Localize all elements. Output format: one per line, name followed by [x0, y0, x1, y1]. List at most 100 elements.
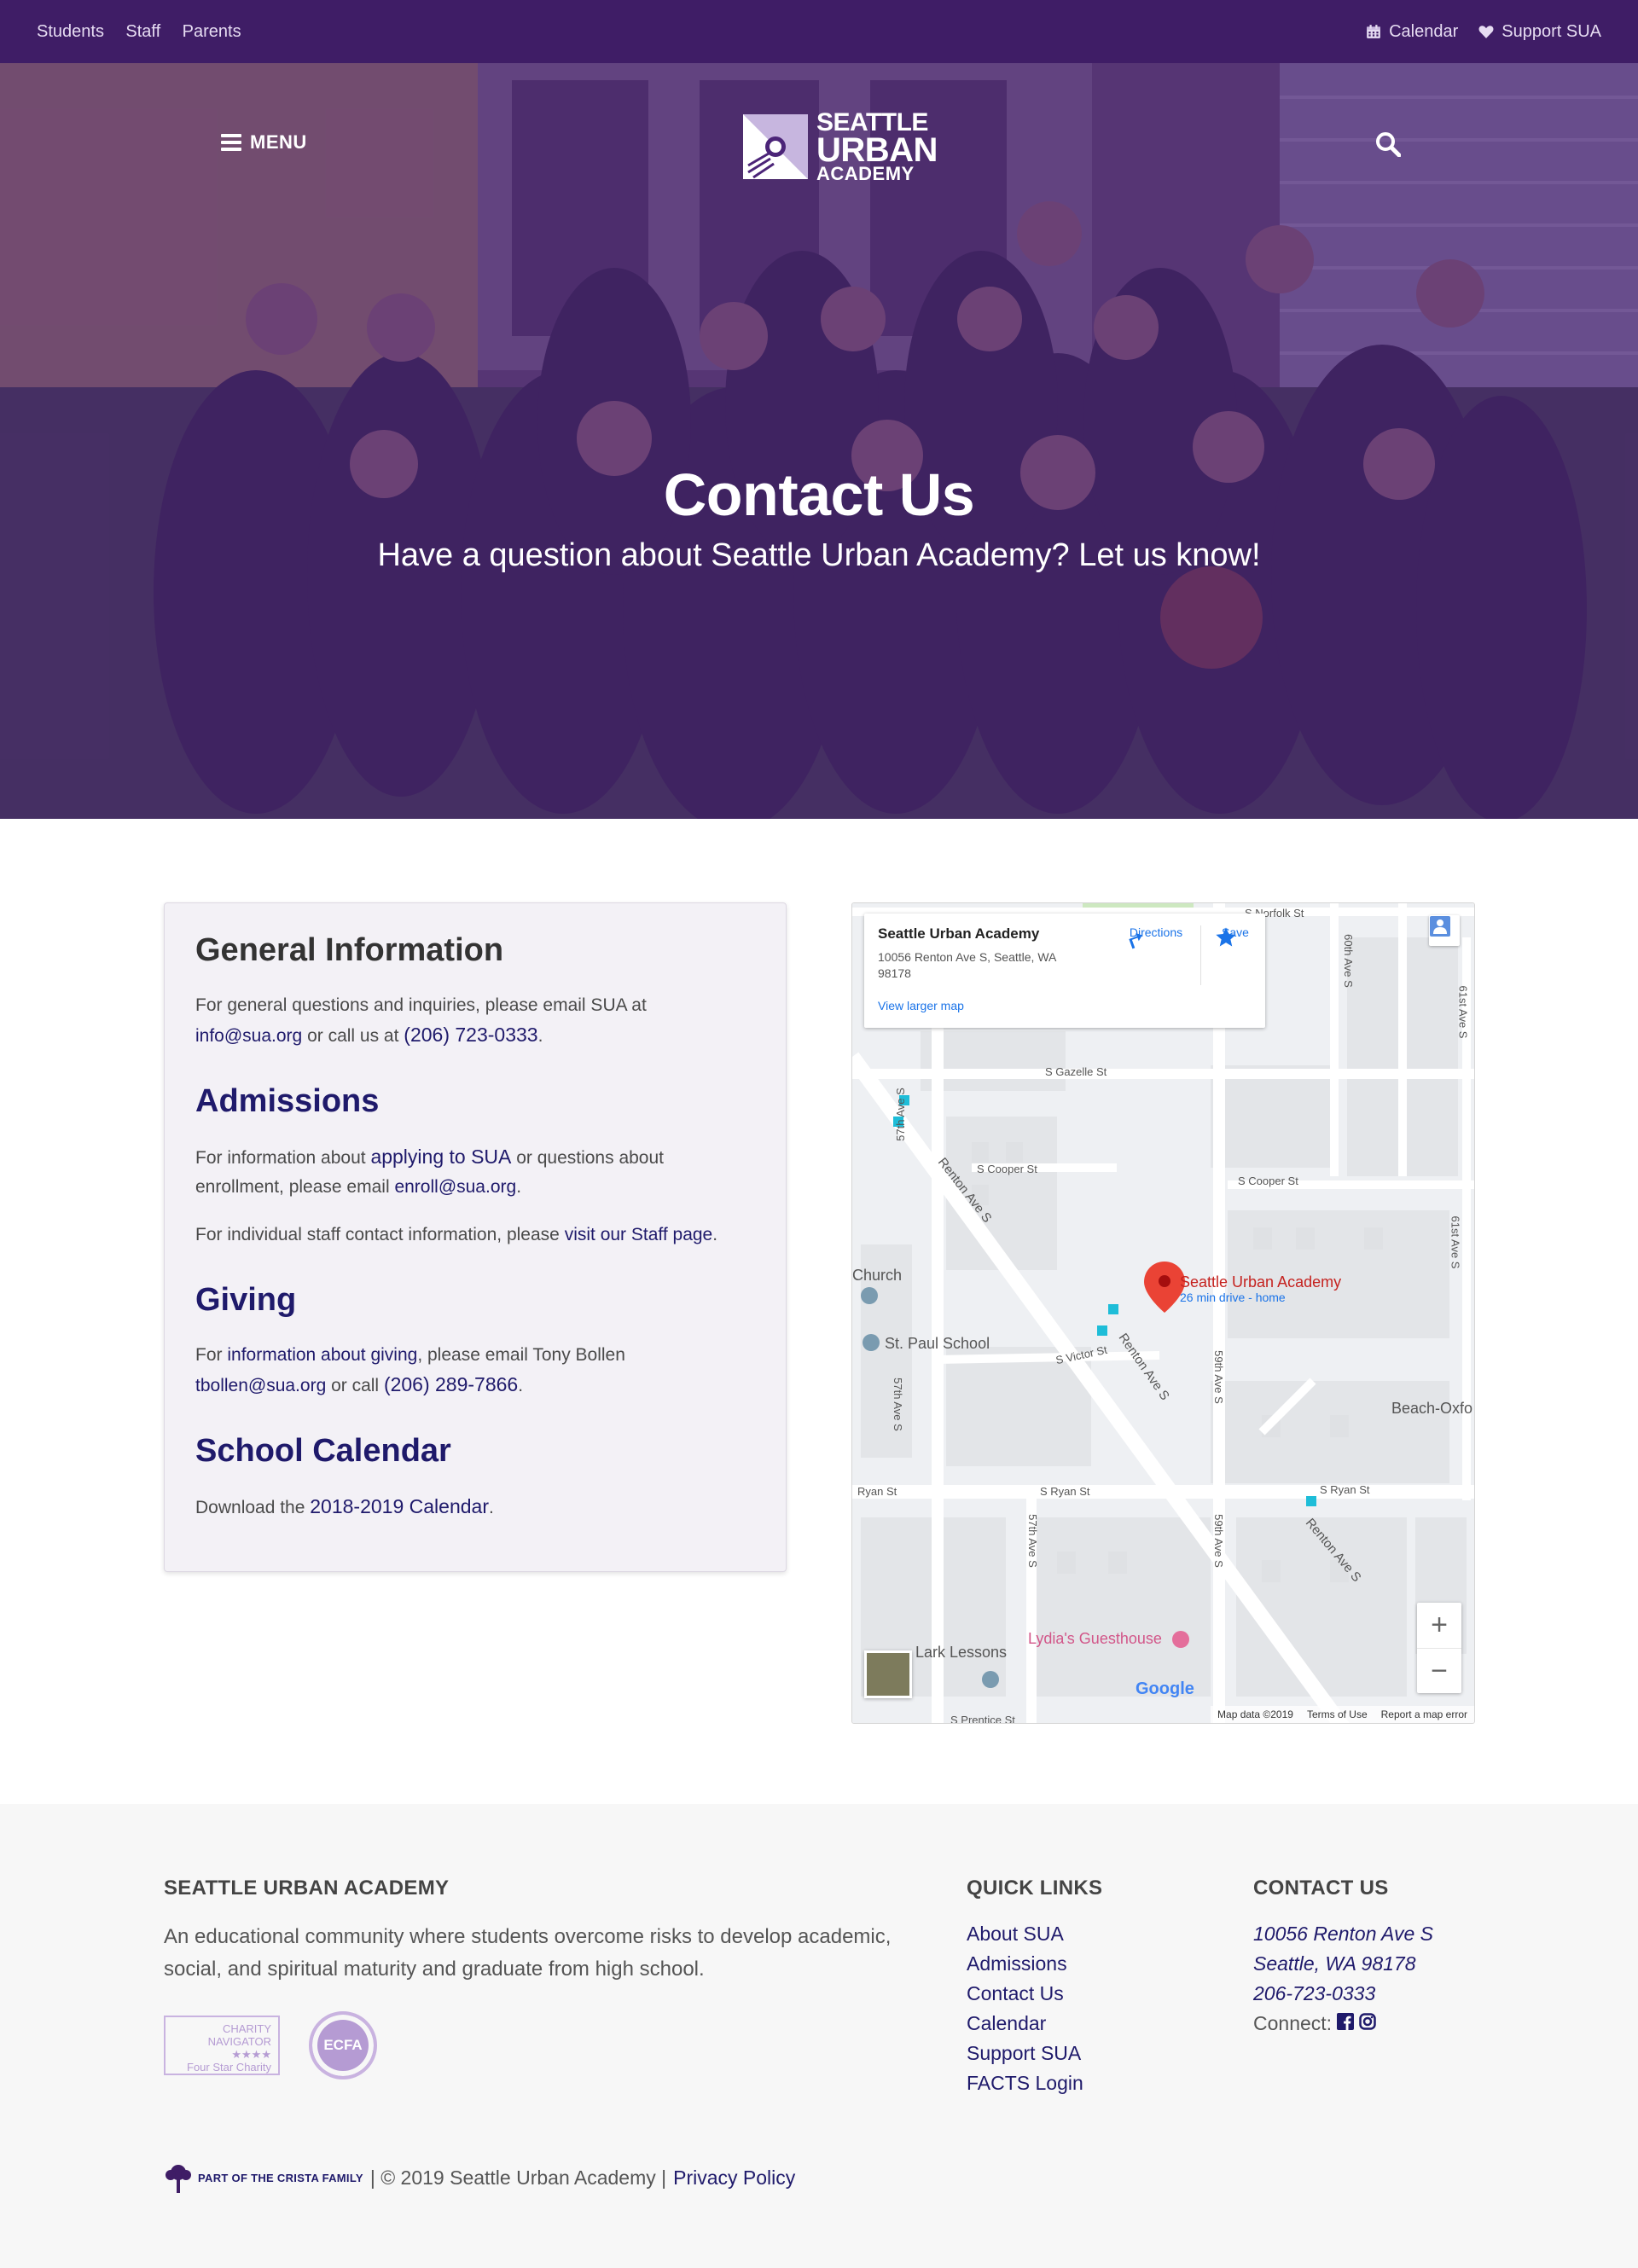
facebook-link[interactable] [1337, 2009, 1355, 2039]
save-button[interactable]: Save [1214, 925, 1257, 947]
street-view-pegman-button[interactable] [1429, 915, 1460, 946]
quick-link-about[interactable]: About SUA [967, 1923, 1064, 1945]
support-link-label: Support SUA [1502, 21, 1601, 41]
map-popup-divider [1200, 925, 1201, 985]
street-label-ryan-a: Ryan St [857, 1485, 897, 1498]
giving-text-2: , please email Tony Bollen [417, 1345, 625, 1365]
menu-button[interactable]: MENU [221, 131, 307, 154]
footer-badges: CHARITY NAVIGATOR ★★★★ Four Star Charity… [164, 2011, 897, 2079]
staff-text-end: . [712, 1225, 718, 1244]
quick-link-item: Contact Us [967, 1979, 1102, 2009]
footer-about-heading: SEATTLE URBAN ACADEMY [164, 1876, 450, 1900]
copyright-text: | © 2019 Seattle Urban Academy | [369, 2166, 667, 2189]
footer-quick-links: QUICK LINKS About SUA Admissions Contact… [967, 1876, 1102, 2098]
footer-contact: CONTACT US 10056 Renton Ave S Seattle, W… [1253, 1876, 1433, 2039]
quick-link-item: Calendar [967, 2009, 1102, 2039]
enroll-email-link[interactable]: enroll@sua.org [394, 1177, 516, 1197]
support-link[interactable]: Support SUA [1478, 22, 1601, 42]
street-label-cooper-a: S Cooper St [977, 1163, 1037, 1175]
page-subtitle: Have a question about Seattle Urban Acad… [377, 537, 1261, 573]
calendar-link[interactable]: Calendar [1366, 22, 1458, 42]
location-map[interactable]: S Norfolk St 60th Ave S 61st Ave S S Gaz… [851, 902, 1475, 1724]
applying-link[interactable]: applying to SUA [370, 1146, 511, 1168]
map-popup-address: 10056 Renton Ave S, Seattle, WA 98178 [878, 950, 1056, 980]
quick-link-item: About SUA [967, 1919, 1102, 1949]
giving-text-1: For [195, 1345, 228, 1365]
ecfa-badge[interactable]: ECFA [309, 2011, 377, 2079]
footer-connect: Connect: [1253, 2009, 1433, 2039]
general-email-link[interactable]: info@sua.org [195, 1026, 302, 1046]
charity-navigator-badge[interactable]: CHARITY NAVIGATOR ★★★★ Four Star Charity [164, 2016, 280, 2075]
staff-page-link[interactable]: visit our Staff page [565, 1225, 713, 1244]
calendar-link-label: Calendar [1389, 21, 1459, 41]
quick-link-facts-login[interactable]: FACTS Login [967, 2072, 1083, 2094]
hero-banner: MENU SEATTLE URBAN ACADEMY Contact Us Ha… [0, 63, 1638, 819]
report-map-error-link[interactable]: Report a map error [1381, 1708, 1467, 1720]
logo-mark-icon [743, 114, 808, 180]
search-button[interactable] [1375, 131, 1402, 161]
utility-link-students[interactable]: Students [37, 22, 104, 41]
crista-family-link[interactable]: PART OF THE CRISTA FAMILY [164, 2162, 363, 2193]
hamburger-icon [221, 134, 241, 151]
view-larger-map-link[interactable]: View larger map [878, 999, 964, 1012]
star-icon [1216, 927, 1236, 947]
quick-link-support[interactable]: Support SUA [967, 2042, 1081, 2064]
map-info-popup: Seattle Urban Academy 10056 Renton Ave S… [864, 914, 1265, 1028]
quick-link-item: Admissions [967, 1949, 1102, 1979]
privacy-policy-link[interactable]: Privacy Policy [673, 2166, 795, 2190]
footer-phone[interactable]: 206-723-0333 [1253, 1979, 1433, 2009]
footer-address-line2[interactable]: Seattle, WA 98178 [1253, 1949, 1433, 1979]
directions-button[interactable]: Directions [1122, 925, 1190, 949]
person-icon [1430, 916, 1450, 937]
map-terms-link[interactable]: Terms of Use [1307, 1708, 1368, 1720]
street-label-59th-a: 59th Ave S [1211, 1350, 1225, 1404]
footer-contact-heading: CONTACT US [1253, 1876, 1389, 1900]
utility-nav-right: Calendar Support SUA [1345, 22, 1601, 42]
calendar-text-end: . [488, 1498, 494, 1517]
general-phone-link[interactable]: (206) 723-0333 [404, 1024, 537, 1046]
giving-text: For information about giving, please ema… [195, 1341, 755, 1401]
general-info-text: For general questions and inquiries, ple… [195, 991, 755, 1051]
street-label-57th-c: 57th Ave S [1025, 1514, 1039, 1568]
footer-address-line1[interactable]: 10056 Renton Ave S [1253, 1919, 1433, 1949]
quick-link-item: Support SUA [967, 2039, 1102, 2068]
utility-bar: Students Staff Parents Calendar Support … [0, 0, 1638, 63]
staff-contact-text: For individual staff contact information… [195, 1221, 755, 1250]
map-pin-label[interactable]: Seattle Urban Academy [1180, 1273, 1341, 1291]
school-calendar-section: School Calendar Download the 2018-2019 C… [195, 1433, 755, 1523]
utility-link-staff[interactable]: Staff [125, 22, 160, 41]
school-calendar-text: Download the 2018-2019 Calendar. [195, 1492, 755, 1523]
quick-link-contact[interactable]: Contact Us [967, 1982, 1064, 2004]
place-beach-oxford[interactable]: Beach-Oxfo [1391, 1400, 1472, 1418]
charity-badge-line3: Four Star Charity [187, 2061, 271, 2074]
connect-label: Connect: [1253, 2012, 1333, 2034]
giving-info-link[interactable]: information about giving [227, 1345, 417, 1365]
giving-email-link[interactable]: tbollen@sua.org [195, 1376, 326, 1395]
zoom-out-button[interactable]: − [1417, 1648, 1461, 1693]
calendar-download-link[interactable]: 2018-2019 Calendar [310, 1495, 489, 1517]
admissions-text: For information about applying to SUA or… [195, 1142, 755, 1202]
street-label-gazelle: S Gazelle St [1045, 1065, 1107, 1078]
place-church[interactable]: Church [852, 1267, 902, 1285]
heart-icon [1478, 26, 1494, 38]
instagram-link[interactable] [1359, 2009, 1376, 2039]
satellite-toggle-thumbnail[interactable] [864, 1650, 912, 1698]
quick-link-calendar[interactable]: Calendar [967, 2012, 1046, 2034]
place-st-paul-school[interactable]: St. Paul School [885, 1335, 990, 1353]
map-data-credit: Map data ©2019 [1217, 1708, 1293, 1720]
facebook-icon [1337, 2013, 1355, 2030]
google-logo-text: Google [1136, 1679, 1194, 1698]
utility-link-parents[interactable]: Parents [183, 22, 241, 41]
quick-link-item: FACTS Login [967, 2068, 1102, 2098]
zoom-in-button[interactable]: + [1417, 1603, 1461, 1648]
directions-icon [1129, 932, 1142, 949]
giving-section: Giving For information about giving, ple… [195, 1282, 755, 1401]
site-logo[interactable]: SEATTLE URBAN ACADEMY [741, 110, 938, 183]
street-label-57th-a: 57th Ave S [893, 1088, 907, 1141]
place-lydias-guesthouse[interactable]: Lydia's Guesthouse [1028, 1630, 1162, 1648]
street-label-59th-b: 59th Ave S [1211, 1514, 1225, 1568]
general-info-section: General Information For general question… [195, 932, 755, 1051]
place-lark-lessons[interactable]: Lark Lessons [915, 1644, 1007, 1662]
quick-link-admissions[interactable]: Admissions [967, 1952, 1067, 1975]
giving-phone-link[interactable]: (206) 289-7866 [384, 1373, 518, 1395]
